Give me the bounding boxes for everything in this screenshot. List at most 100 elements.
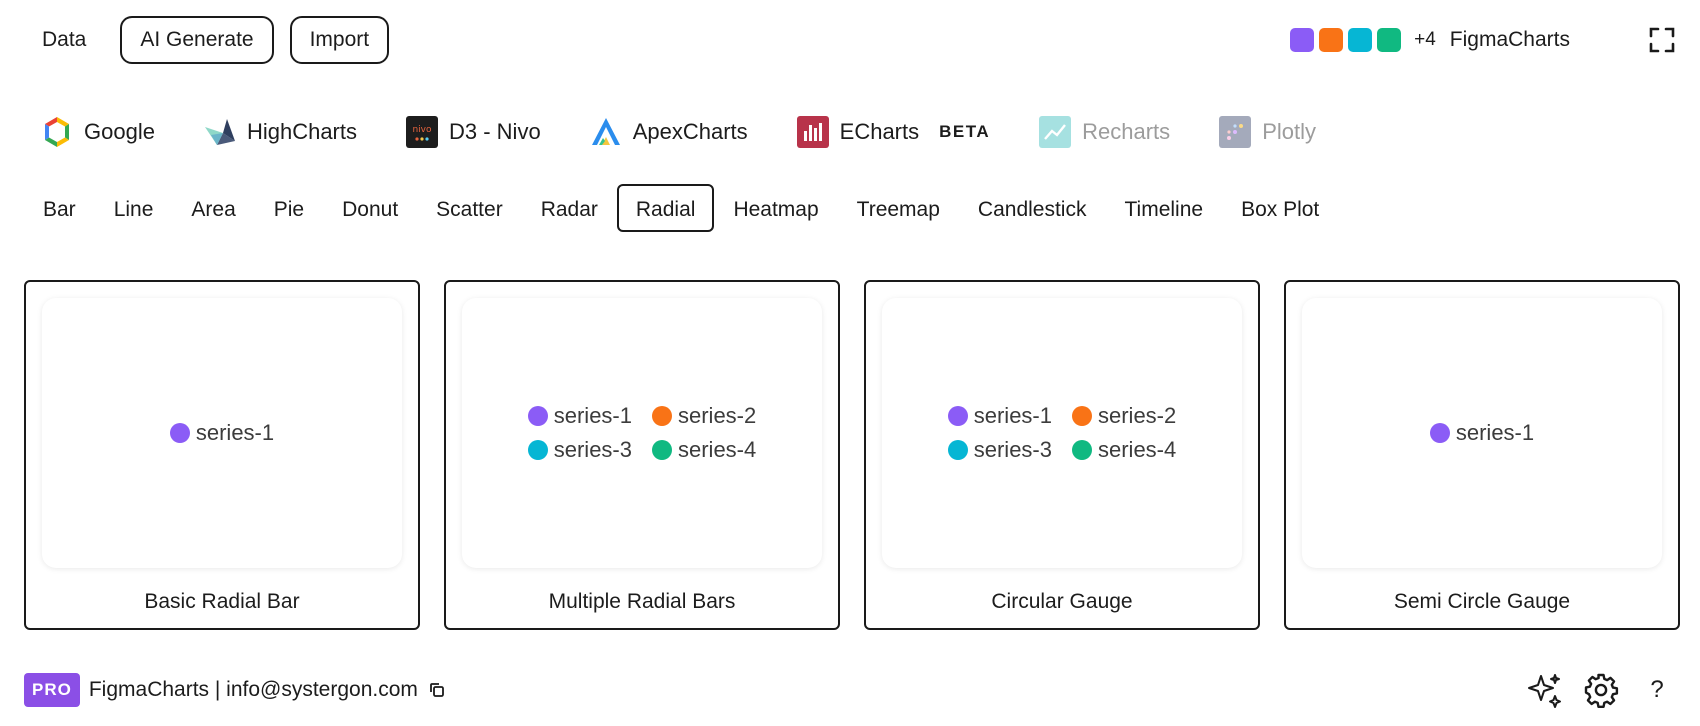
- legend-marker: [947, 406, 968, 426]
- fullscreen-icon[interactable]: [1648, 26, 1676, 54]
- highcharts-icon: [203, 115, 237, 149]
- chart-legend: series-1: [169, 420, 275, 446]
- legend-marker: [169, 423, 190, 443]
- beta-badge: BETA: [939, 122, 991, 141]
- tab-radial[interactable]: Radial: [616, 184, 715, 232]
- tab-radar[interactable]: Radar: [522, 184, 617, 232]
- tab-heatmap[interactable]: Heatmap: [714, 184, 837, 232]
- library-tab-google[interactable]: Google: [40, 115, 155, 149]
- chart-type-tabs: Bar Line Area Pie Donut Scatter Radar Radial Hea…: [24, 184, 1338, 232]
- more-colors-count: +4: [1414, 29, 1436, 50]
- library-label: D3 - Nivo: [449, 119, 541, 144]
- card-title: Basic Radial Bar: [144, 590, 300, 613]
- tab-pie[interactable]: Pie: [255, 184, 323, 232]
- tab-scatter[interactable]: Scatter: [417, 184, 522, 232]
- google-charts-icon: [40, 115, 74, 149]
- legend-item: series-1: [947, 403, 1052, 429]
- palette-swatch: [1319, 28, 1344, 52]
- library-tab-nivo[interactable]: nivo D3 - Nivo: [405, 115, 541, 149]
- plotly-icon: [1218, 115, 1252, 149]
- color-palette[interactable]: +4: [1290, 28, 1436, 52]
- legend-item: series-1: [1429, 420, 1535, 446]
- tab-donut[interactable]: Donut: [323, 184, 417, 232]
- palette-swatch: [1290, 28, 1315, 52]
- legend-label: series-1: [195, 420, 275, 445]
- legend-item: series-2: [652, 403, 756, 429]
- brand-name: FigmaCharts: [1449, 28, 1570, 51]
- legend-marker: [652, 440, 672, 460]
- sparkles-icon[interactable]: [1526, 671, 1564, 709]
- ai-generate-button[interactable]: AI Generate: [120, 16, 274, 64]
- legend-item: series-2: [1072, 403, 1176, 429]
- tab-candlestick[interactable]: Candlestick: [959, 184, 1106, 232]
- legend-label: series-1: [973, 403, 1052, 428]
- data-tab[interactable]: Data: [24, 16, 104, 64]
- legend-label: series-4: [1098, 437, 1177, 462]
- library-label: ECharts: [839, 119, 920, 144]
- chart-template-card[interactable]: series-1 series-2 series-3 series-4 Multiple…: [444, 280, 840, 630]
- copy-icon[interactable]: [428, 681, 446, 699]
- tab-bar[interactable]: Bar: [24, 184, 95, 232]
- library-tab-plotly[interactable]: Plotly: [1218, 115, 1316, 149]
- palette-swatch: [1377, 28, 1402, 52]
- legend-item: series-1: [169, 420, 275, 446]
- chart-template-card[interactable]: series-1 Semi Circle Gauge: [1284, 280, 1680, 630]
- legend-label: series-1: [1455, 420, 1535, 445]
- card-title: Multiple Radial Bars: [548, 590, 736, 613]
- chart-template-card[interactable]: series-1 series-2 series-3 series-4 Circular…: [864, 280, 1260, 630]
- echarts-icon: [796, 115, 830, 149]
- tab-area[interactable]: Area: [172, 184, 254, 232]
- legend-label: series-3: [553, 437, 632, 462]
- chart-preview: series-1: [1302, 298, 1662, 568]
- legend-label: series-1: [553, 403, 632, 428]
- footer: PRO FigmaCharts | info@systergon.com ?: [24, 672, 1676, 708]
- library-label: Recharts: [1082, 119, 1171, 144]
- library-label: Plotly: [1262, 119, 1316, 144]
- card-title: Circular Gauge: [991, 590, 1133, 613]
- chart-template-card[interactable]: series-1 Basic Radial Bar: [24, 280, 420, 630]
- import-button[interactable]: Import: [289, 16, 390, 64]
- svg-text:nivo: nivo: [412, 125, 432, 135]
- footer-actions: ?: [1526, 671, 1676, 709]
- help-icon[interactable]: ?: [1638, 676, 1676, 704]
- chart-legend: series-1 series-2 series-3 series-4: [527, 403, 756, 463]
- library-tabs: Google HighCharts nivo D3 - Nivo ApexCha…: [40, 108, 1364, 156]
- chart-template-grid: series-1 Basic Radial Bar series-1 series-2…: [24, 280, 1680, 630]
- library-label: ApexCharts: [632, 119, 748, 144]
- legend-item: series-4: [1072, 437, 1176, 463]
- legend-item: series-4: [652, 437, 756, 463]
- pro-badge[interactable]: PRO: [24, 673, 80, 707]
- library-tab-highcharts[interactable]: HighCharts: [203, 115, 357, 149]
- recharts-icon: [1038, 115, 1072, 149]
- palette-swatch: [1348, 28, 1373, 52]
- chart-preview: series-1 series-2 series-3 series-4: [462, 298, 822, 568]
- legend-marker: [1072, 440, 1092, 460]
- library-tab-echarts[interactable]: ECharts BETA: [796, 115, 991, 149]
- legend-marker: [527, 440, 548, 460]
- library-label: HighCharts: [246, 119, 357, 144]
- tab-box-plot[interactable]: Box Plot: [1222, 184, 1338, 232]
- legend-marker: [1072, 406, 1092, 426]
- legend-label: series-2: [678, 403, 757, 428]
- legend-item: series-3: [527, 437, 632, 463]
- legend-label: series-2: [1098, 403, 1177, 428]
- legend-item: series-1: [527, 403, 632, 429]
- legend-label: series-3: [973, 437, 1052, 462]
- chart-legend: series-1 series-2 series-3 series-4: [947, 403, 1176, 463]
- legend-label: series-4: [678, 437, 757, 462]
- legend-marker: [652, 406, 672, 426]
- library-tab-apexcharts[interactable]: ApexCharts: [589, 115, 748, 149]
- tab-line[interactable]: Line: [95, 184, 173, 232]
- library-tab-recharts[interactable]: Recharts: [1038, 115, 1170, 149]
- tab-timeline[interactable]: Timeline: [1105, 184, 1222, 232]
- apexcharts-icon: [589, 115, 623, 149]
- legend-marker: [1429, 423, 1450, 443]
- gear-icon[interactable]: [1582, 671, 1620, 709]
- tab-treemap[interactable]: Treemap: [838, 184, 959, 232]
- top-bar: Data AI Generate Import +4 FigmaCharts: [24, 16, 1676, 64]
- card-title: Semi Circle Gauge: [1393, 590, 1571, 613]
- chart-legend: series-1: [1429, 420, 1535, 446]
- legend-item: series-3: [947, 437, 1052, 463]
- library-label: Google: [84, 119, 155, 144]
- chart-preview: series-1 series-2 series-3 series-4: [882, 298, 1242, 568]
